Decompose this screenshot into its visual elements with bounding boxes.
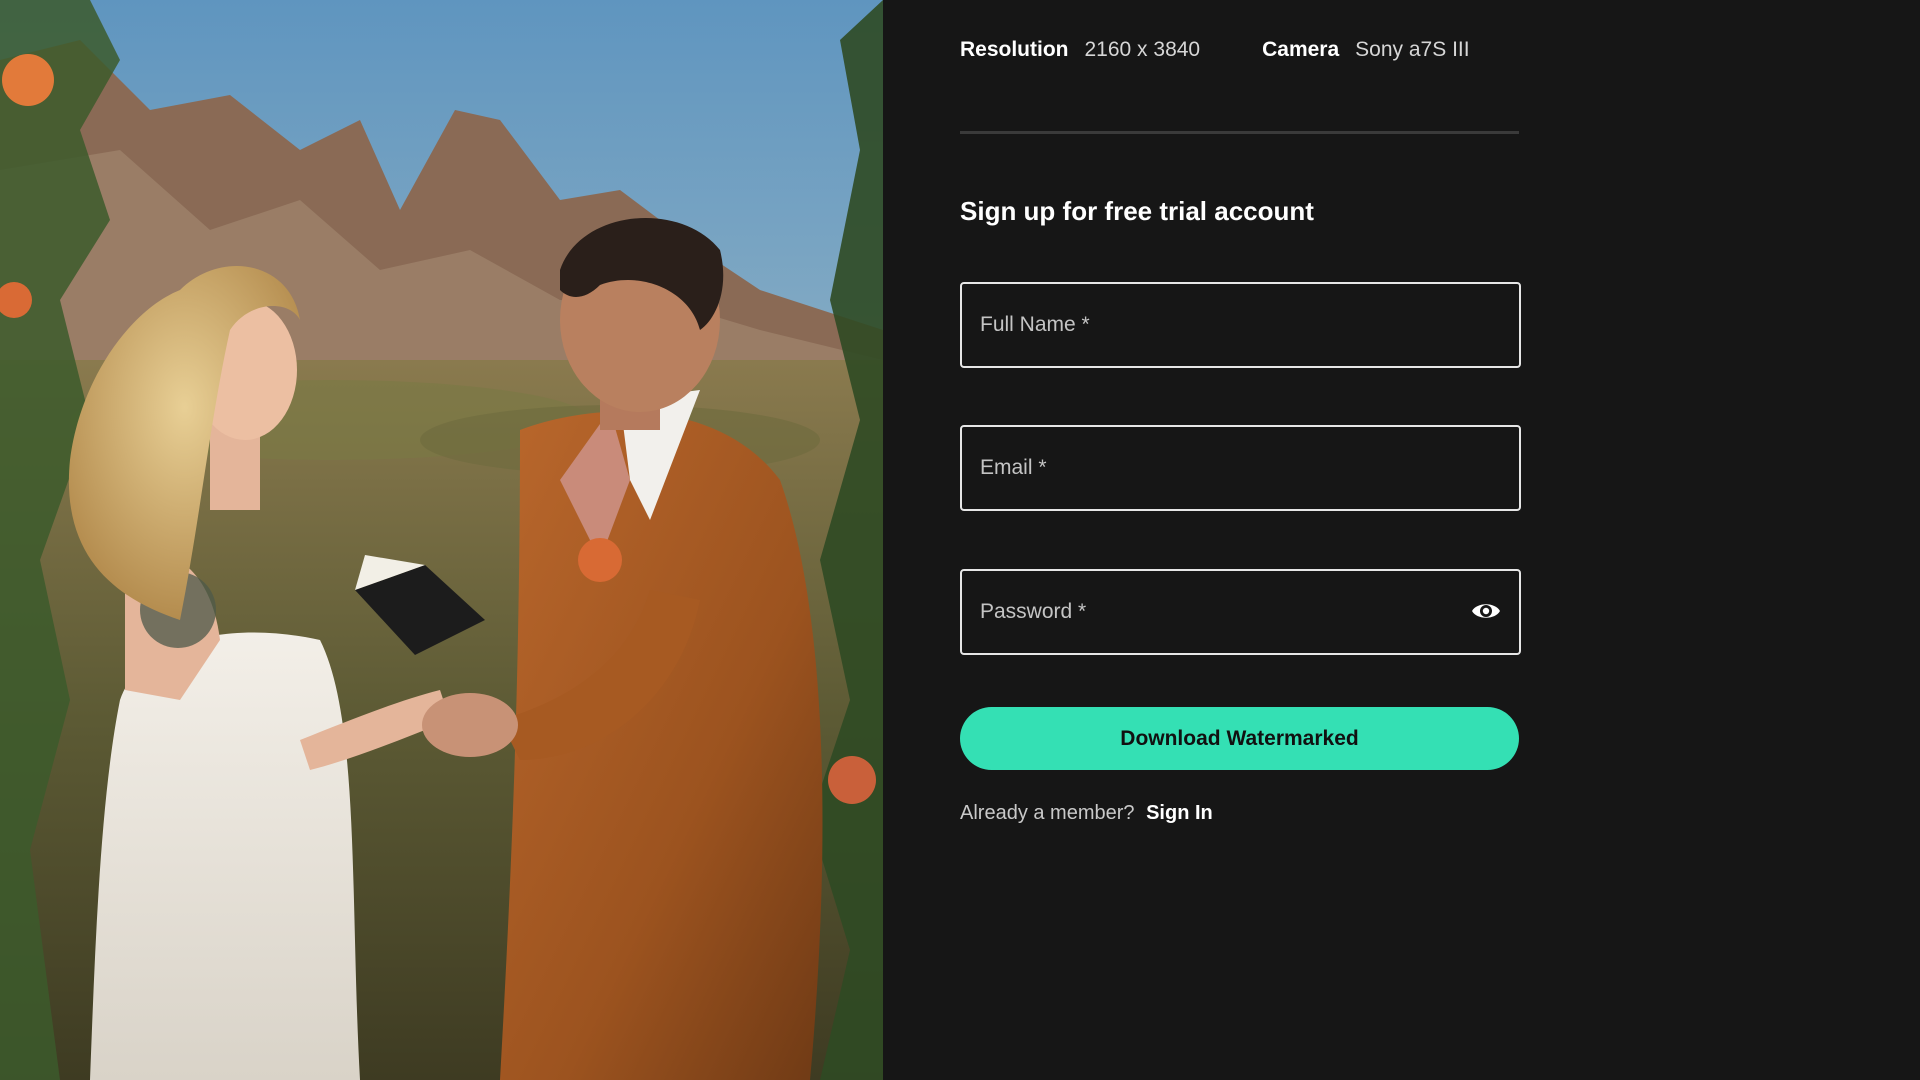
signin-row: Already a member? Sign In <box>960 802 1213 825</box>
signup-page: Resolution 2160 x 3840 Camera Sony a7S I… <box>0 0 1920 1080</box>
signin-link[interactable]: Sign In <box>1146 802 1213 824</box>
form-title: Sign up for free trial account <box>960 196 1314 226</box>
clip-metadata: Resolution 2160 x 3840 Camera Sony a7S I… <box>960 38 1470 62</box>
divider <box>960 131 1519 134</box>
email-field[interactable] <box>960 425 1521 511</box>
full-name-field[interactable] <box>960 282 1521 368</box>
wedding-scene-image <box>0 0 883 1080</box>
eye-icon[interactable] <box>1471 599 1501 623</box>
camera-label: Camera <box>1262 38 1340 61</box>
signup-panel: Resolution 2160 x 3840 Camera Sony a7S I… <box>883 0 1920 1080</box>
resolution-value: 2160 x 3840 <box>1084 38 1201 61</box>
download-watermarked-button[interactable]: Download Watermarked <box>960 707 1519 770</box>
preview-photo <box>0 0 883 1080</box>
camera-value: Sony a7S III <box>1355 38 1470 61</box>
password-field[interactable] <box>960 569 1521 655</box>
signin-prompt: Already a member? <box>960 802 1135 824</box>
email-input[interactable] <box>962 427 1519 509</box>
resolution-label: Resolution <box>960 38 1069 61</box>
password-input[interactable] <box>962 571 1519 653</box>
full-name-input[interactable] <box>962 284 1519 366</box>
